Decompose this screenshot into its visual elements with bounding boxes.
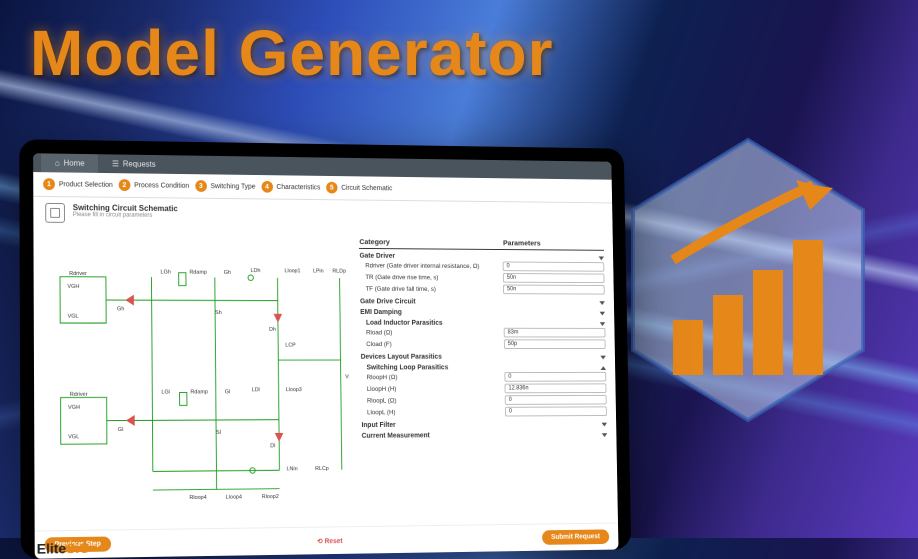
schematic-canvas[interactable]: Rdriver VGH VGL LGh Rdamp Gh LDh Lloop1 LPin R… [33, 229, 359, 531]
svg-text:Dh: Dh [269, 327, 276, 333]
svg-text:Rloop2: Rloop2 [262, 494, 279, 500]
svg-text:Rdamp: Rdamp [189, 270, 206, 276]
group-emi-damping[interactable]: EMI Damping [360, 309, 605, 316]
group-devices-layout[interactable]: Devices Layout Parasitics [361, 354, 606, 361]
svg-text:Rdamp: Rdamp [190, 389, 208, 395]
param-row: RloopL (Ω)0 [361, 394, 607, 407]
step-switching-type[interactable]: 3Switching Type [195, 180, 256, 192]
section-header: Switching Circuit Schematic Please fill … [33, 197, 612, 234]
svg-text:LDl: LDl [252, 387, 260, 393]
param-row: RloopH (Ω)0 [361, 371, 606, 383]
svg-text:Gh: Gh [117, 306, 124, 312]
param-input[interactable]: 0 [503, 262, 604, 272]
svg-text:Gh: Gh [224, 270, 231, 276]
params-header: CategoryParameters [359, 237, 604, 250]
parameters-panel: CategoryParameters Gate Driver Rdriver (… [355, 231, 618, 526]
param-row: Rload (Ω)83m [360, 327, 605, 339]
svg-text:VGL: VGL [68, 314, 79, 320]
chevron-down-icon [599, 301, 605, 305]
svg-text:Lloop1: Lloop1 [285, 268, 301, 274]
svg-text:Sh: Sh [215, 310, 222, 316]
app-screen: ⌂Home ☰Requests 1Product Selection 2Proc… [33, 153, 618, 558]
svg-text:Lloop4: Lloop4 [226, 494, 242, 500]
svg-text:RLCp: RLCp [315, 466, 329, 472]
tab-requests[interactable]: ☰Requests [98, 154, 169, 174]
home-icon: ⌂ [55, 159, 60, 168]
param-row: LloopL (H)0 [361, 405, 607, 418]
svg-text:Gl: Gl [225, 389, 230, 395]
svg-text:Vload: Vload [345, 374, 351, 380]
chevron-down-icon [601, 366, 607, 370]
svg-text:LGh: LGh [161, 270, 171, 276]
chevron-down-icon [600, 311, 606, 315]
step-process-condition[interactable]: 2Process Condition [119, 179, 190, 192]
submit-request-button[interactable]: Submit Request [542, 529, 610, 545]
growth-chart-icon [618, 130, 878, 430]
chevron-down-icon [602, 422, 608, 426]
chevron-down-icon [600, 355, 606, 359]
chevron-down-icon [602, 433, 608, 437]
param-row: LloopH (H)12.836n [361, 382, 607, 394]
param-input[interactable]: 0 [505, 406, 607, 416]
chip-icon [45, 203, 65, 223]
svg-text:VGL: VGL [68, 434, 79, 440]
list-icon: ☰ [112, 159, 119, 168]
group-gate-drive-circuit[interactable]: Gate Drive Circuit [360, 298, 605, 306]
reset-icon: ⟲ [317, 538, 323, 545]
group-input-filter[interactable]: Input Filter [361, 421, 607, 429]
svg-text:LGl: LGl [161, 389, 170, 395]
param-input[interactable]: 50n [503, 285, 604, 295]
param-input[interactable]: 0 [505, 395, 607, 405]
tab-home[interactable]: ⌂Home [41, 153, 98, 173]
svg-text:Rdriver: Rdriver [70, 392, 88, 398]
group-current-measurement[interactable]: Current Measurement [362, 431, 608, 439]
param-input[interactable]: 50n [503, 273, 604, 283]
param-row: Cload (F)50p [360, 338, 605, 350]
param-input[interactable]: 83m [504, 328, 606, 338]
svg-text:Rloop4: Rloop4 [189, 495, 206, 501]
chevron-down-icon [599, 256, 605, 260]
monitor-frame: ⌂Home ☰Requests 1Product Selection 2Proc… [19, 139, 631, 559]
svg-text:Gl: Gl [118, 427, 124, 433]
brand-logo: EliteSiC [37, 540, 90, 557]
svg-text:Rdriver: Rdriver [69, 271, 87, 277]
step-characteristics[interactable]: 4Characteristics [261, 181, 320, 193]
svg-text:RLDp: RLDp [332, 269, 346, 275]
param-row: TF (Gate drive fall time, s)50n [360, 283, 605, 296]
svg-text:VGH: VGH [68, 405, 80, 411]
param-input[interactable]: 50p [504, 339, 606, 349]
svg-text:VGH: VGH [67, 284, 79, 290]
svg-text:LCP: LCP [285, 342, 296, 348]
svg-text:LPin: LPin [313, 269, 324, 275]
svg-text:Sl: Sl [216, 430, 221, 436]
section-subtitle: Please fill in circuit parameters [73, 212, 178, 219]
svg-text:LNin: LNin [287, 466, 298, 472]
svg-text:LDh: LDh [251, 268, 261, 274]
param-input[interactable]: 0 [505, 372, 607, 382]
svg-text:Lloop3: Lloop3 [286, 387, 302, 393]
hero-title: Model Generator [30, 16, 554, 90]
chevron-down-icon [600, 322, 606, 326]
step-circuit-schematic[interactable]: 5Circuit Schematic [326, 182, 392, 194]
param-input[interactable]: 12.836n [505, 383, 607, 393]
step-product-selection[interactable]: 1Product Selection [43, 178, 113, 191]
svg-text:Dl: Dl [270, 443, 275, 449]
